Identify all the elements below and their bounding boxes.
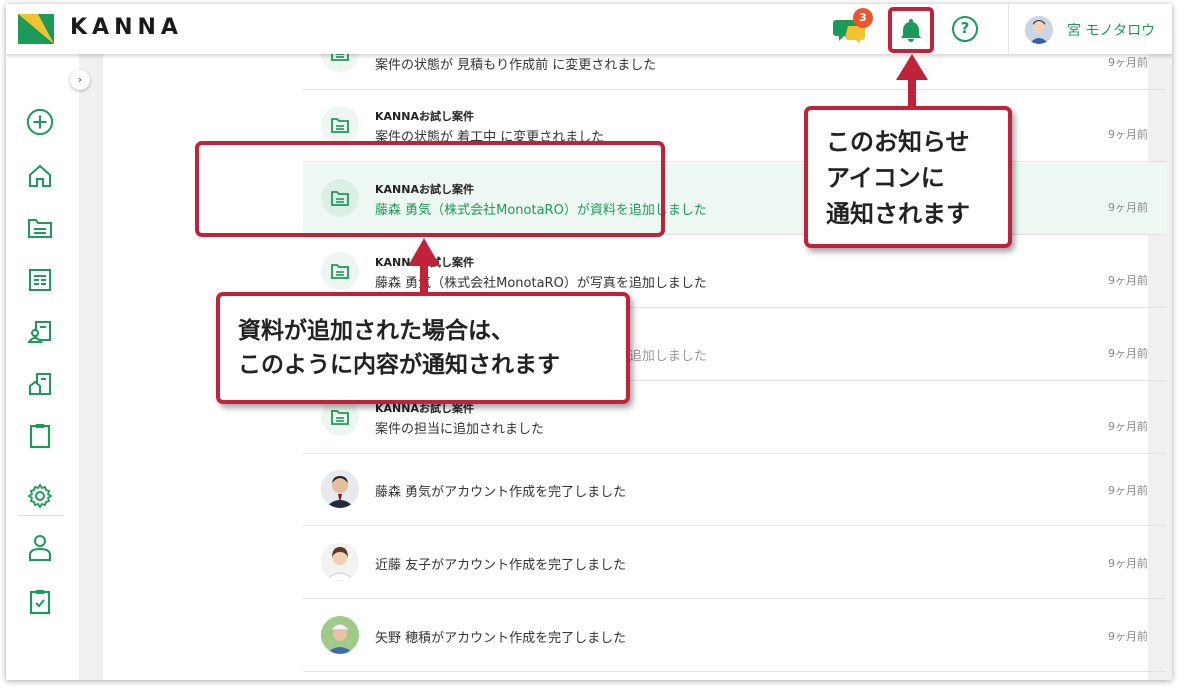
sidebar-toggle-button[interactable]: › — [70, 70, 90, 90]
kanna-logo[interactable] — [18, 14, 54, 44]
notification-row[interactable]: 矢野 穂積がアカウント作成を完了しました 9ヶ月前 — [303, 600, 1167, 672]
header-divider — [1008, 4, 1009, 54]
list-document-icon[interactable] — [26, 266, 54, 294]
file-icon — [321, 106, 359, 144]
arrow-up-icon — [408, 238, 440, 296]
callout-line: アイコンに — [826, 164, 945, 192]
document-explanation-callout: 資料が追加された場合は、 このように内容が通知されます — [216, 292, 630, 404]
home-icon[interactable] — [26, 162, 54, 190]
task-checklist-icon[interactable] — [26, 588, 54, 616]
add-icon[interactable] — [26, 108, 54, 136]
top-header: KANNA 3 ? 宮 モノタロウ — [6, 4, 1172, 54]
callout-line: 資料が追加された場合は、 — [238, 318, 514, 344]
callout-line: このお知らせ — [826, 128, 970, 156]
notification-time: 9ヶ月前 — [1108, 630, 1148, 643]
notification-time: 9ヶ月前 — [1108, 420, 1148, 433]
notification-text: 矢野 穂積がアカウント作成を完了しました — [375, 631, 627, 646]
clipboard-icon[interactable] — [26, 422, 54, 450]
notification-text: 近藤 友子がアカウント作成を完了しました — [375, 558, 627, 573]
notification-time: 9ヶ月前 — [1108, 128, 1148, 141]
sidebar-divider — [18, 515, 64, 516]
user-avatar-icon — [1025, 16, 1053, 44]
brand-name[interactable]: KANNA — [70, 15, 183, 40]
gear-icon[interactable] — [26, 482, 54, 510]
help-button[interactable]: ? — [952, 16, 978, 42]
notification-title: KANNAお試し案件 — [375, 110, 474, 123]
notification-text: 案件の状態が 見積もり作成前 に変更されました — [375, 58, 657, 73]
notification-text: 案件の担当に追加されました — [375, 422, 545, 437]
user-name[interactable]: 宮 モノタロウ — [1067, 20, 1155, 40]
sidebar — [6, 54, 79, 680]
notification-time: 9ヶ月前 — [1108, 56, 1148, 69]
notification-time: 9ヶ月前 — [1108, 484, 1148, 497]
notification-time: 9ヶ月前 — [1108, 557, 1148, 570]
avatar — [321, 470, 359, 508]
callout-line: 通知されます — [826, 200, 970, 228]
notification-row[interactable]: 藤森 勇気がアカウント作成を完了しました 9ヶ月前 — [303, 454, 1167, 526]
notification-row[interactable]: 近藤 友子がアカウント作成を完了しました 9ヶ月前 — [303, 527, 1167, 599]
arrow-up-icon — [896, 54, 928, 108]
chat-unread-badge: 3 — [853, 8, 873, 28]
notification-bell-button[interactable] — [888, 7, 934, 53]
building-icon[interactable] — [26, 370, 54, 398]
notification-time: 9ヶ月前 — [1108, 347, 1148, 360]
notification-time: 9ヶ月前 — [1108, 201, 1148, 214]
file-icon — [321, 252, 359, 290]
contacts-icon[interactable] — [26, 318, 54, 346]
notification-text: 藤森 勇気がアカウント作成を完了しました — [375, 485, 627, 500]
highlight-frame — [195, 141, 665, 237]
callout-line: このように内容が通知されます — [238, 352, 560, 378]
person-icon[interactable] — [26, 534, 54, 562]
app-window: KANNA 3 ? 宮 モノタロウ 案件の状態が 見積もり作成前 に変更されまし… — [6, 4, 1172, 680]
bell-icon — [901, 19, 921, 42]
avatar — [321, 616, 359, 654]
avatar — [321, 543, 359, 581]
folder-icon[interactable] — [26, 214, 54, 242]
bell-explanation-callout: このお知らせ アイコンに 通知されます — [804, 106, 1012, 248]
user-avatar[interactable] — [1025, 16, 1053, 44]
notification-time: 9ヶ月前 — [1108, 274, 1148, 287]
